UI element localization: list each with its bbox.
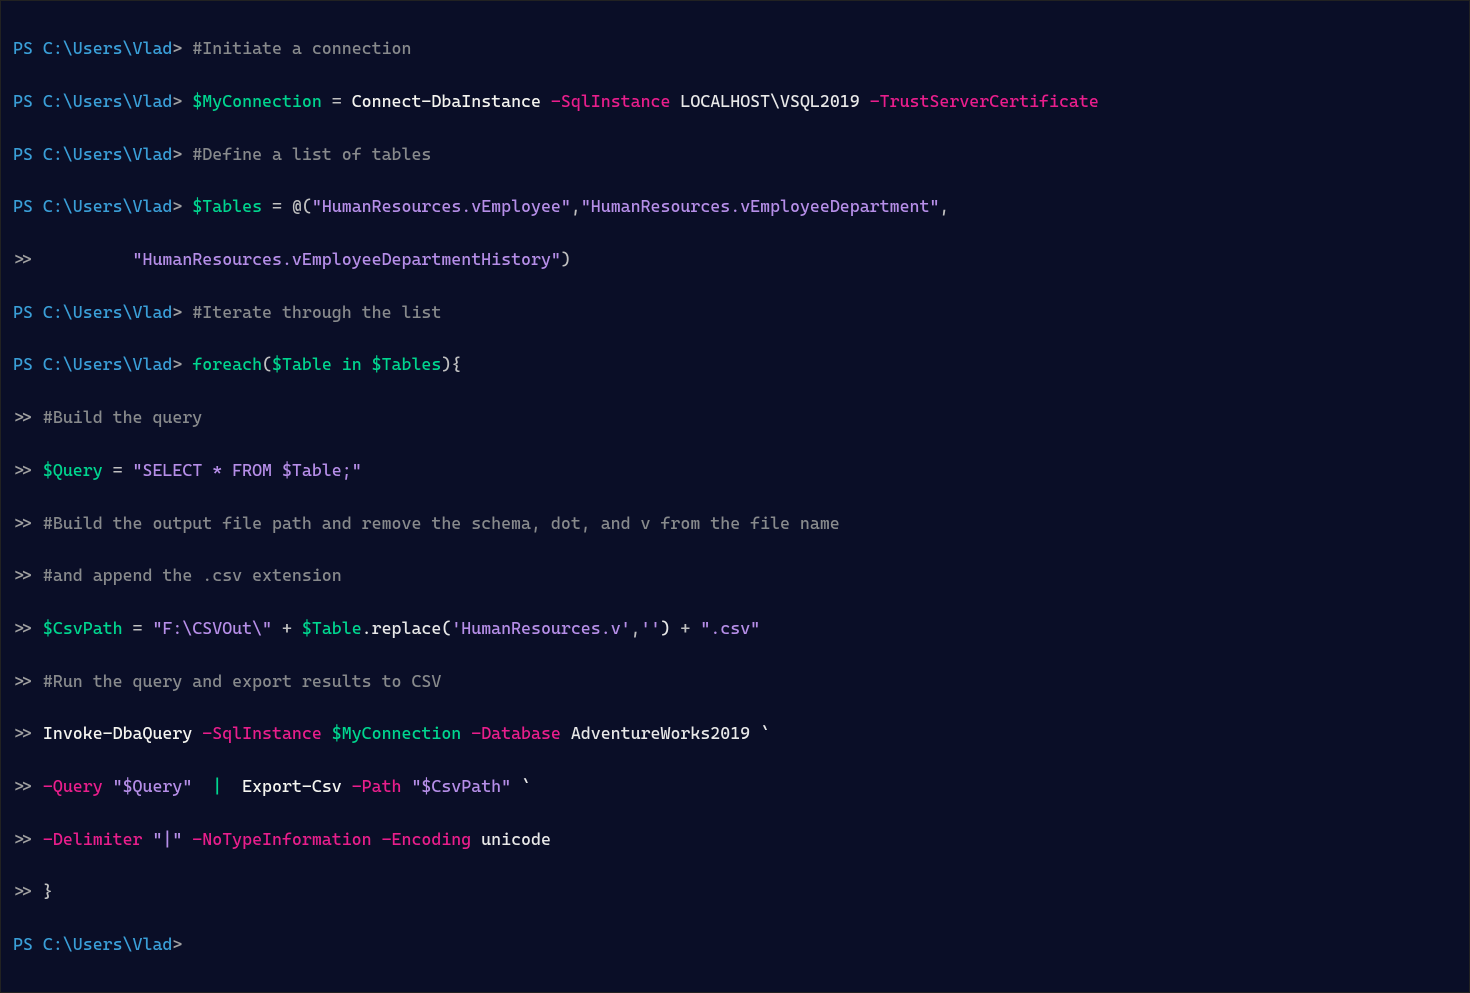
line-6: PS C:\Users\Vlad> #Iterate through the l… (13, 299, 1457, 325)
parameter: -TrustServerCertificate (860, 91, 1099, 111)
line-17: >> } (13, 878, 1457, 904)
line-3: PS C:\Users\Vlad> #Define a list of tabl… (13, 141, 1457, 167)
parameter: -SqlInstance (541, 91, 671, 111)
line-7: PS C:\Users\Vlad> foreach($Table in $Tab… (13, 351, 1457, 377)
line-12: >> $CsvPath = "F:\CSVOut\" + $Table.repl… (13, 615, 1457, 641)
line-14: >> Invoke-DbaQuery -SqlInstance $MyConne… (13, 720, 1457, 746)
line-2: PS C:\Users\Vlad> $MyConnection = Connec… (13, 88, 1457, 114)
keyword: foreach (192, 354, 262, 374)
prompt-gt: > (172, 38, 192, 58)
line-4: PS C:\Users\Vlad> $Tables = @("HumanReso… (13, 193, 1457, 219)
line-9: >> $Query = "SELECT * FROM $Table;" (13, 457, 1457, 483)
line-16: >> -Delimiter "|" -NoTypeInformation -En… (13, 826, 1457, 852)
continuation-prompt: >> (13, 249, 43, 269)
line-8: >> #Build the query (13, 404, 1457, 430)
line-1: PS C:\Users\Vlad> #Initiate a connection (13, 35, 1457, 61)
line-15: >> -Query "$Query" | Export-Csv -Path "$… (13, 773, 1457, 799)
powershell-terminal[interactable]: PS C:\Users\Vlad> #Initiate a connection… (0, 0, 1470, 993)
prompt-path: C:\Users\Vlad (43, 38, 173, 58)
comment: #Initiate a connection (192, 38, 411, 58)
line-13: >> #Run the query and export results to … (13, 668, 1457, 694)
variable: $MyConnection (192, 91, 322, 111)
line-18: PS C:\Users\Vlad> (13, 931, 1457, 957)
cmdlet: Connect-DbaInstance (352, 91, 541, 111)
pipe-operator: | (192, 776, 242, 796)
prompt-ps: PS (13, 38, 43, 58)
string: "HumanResources.vEmployee" (312, 196, 571, 216)
argument: LOCALHOST\VSQL2019 (670, 91, 859, 111)
line-11: >> #and append the .csv extension (13, 562, 1457, 588)
line-5: >> "HumanResources.vEmployeeDepartmentHi… (13, 246, 1457, 272)
